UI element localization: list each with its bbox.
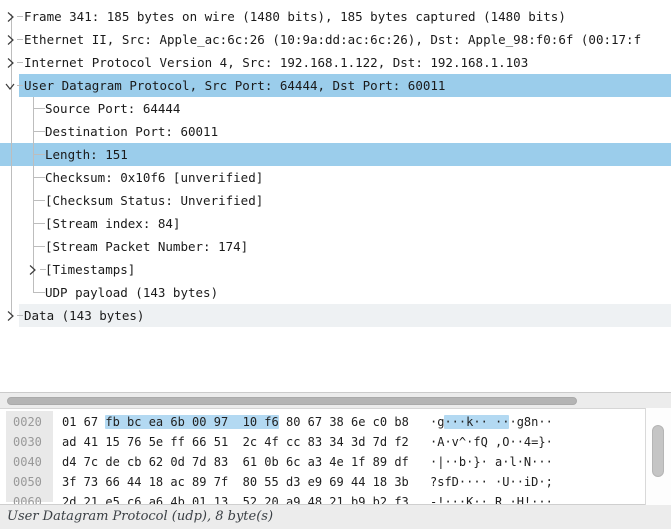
tree-branch-guide <box>33 246 45 247</box>
chevron-right-icon[interactable] <box>4 57 16 69</box>
ascii-bytes[interactable]: ·A·v^·fQ ,O··4=}· <box>430 432 553 452</box>
hex-bytes[interactable]: d4 7c de cb 62 0d 7d 83 61 0b 6c a3 4e 1… <box>62 452 409 472</box>
chevron-down-icon[interactable] <box>4 80 16 92</box>
bytes[interactable]: ·g <box>430 415 444 429</box>
status-field-info: User Datagram Protocol (udp), 8 byte(s) <box>7 509 273 524</box>
tree-row[interactable]: [Timestamps] <box>0 258 671 281</box>
chevron-right-icon[interactable] <box>4 34 16 46</box>
hex-row[interactable]: 0060 2d 21 e5 c6 a6 4b 01 13 52 20 a9 48 … <box>0 492 645 505</box>
tree-row[interactable]: UDP payload (143 bytes) <box>0 281 671 304</box>
ascii-bytes[interactable]: ?sfD···· ·U··iD·; <box>430 472 553 492</box>
hex-bytes[interactable]: 01 67 fb bc ea 6b 00 97 10 f6 80 67 38 6… <box>62 412 409 432</box>
tree-branch-guide <box>33 200 45 201</box>
tree-row[interactable]: [Checksum Status: Unverified] <box>0 189 671 212</box>
ascii-bytes[interactable]: ·|··b·}· a·l·N··· <box>430 452 553 472</box>
tree-branch-guide <box>33 177 45 178</box>
tree-row-label[interactable]: Checksum: 0x10f6 [unverified] <box>45 166 263 189</box>
bytes[interactable]: ·|··b·}· a·l·N··· <box>430 455 553 469</box>
tree-branch-guide <box>17 39 23 40</box>
tree-branch-guide <box>17 62 23 63</box>
vertical-scrollbar-thumb[interactable] <box>652 425 664 477</box>
tree-branch-guide <box>17 315 23 316</box>
chevron-right-icon[interactable] <box>4 11 16 23</box>
hex-bytes[interactable]: 3f 73 66 44 18 ac 89 7f 80 55 d3 e9 69 4… <box>62 472 409 492</box>
tree-row[interactable]: Data (143 bytes) <box>0 304 671 327</box>
tree-branch-guide <box>17 16 23 17</box>
tree-row[interactable]: [Stream Packet Number: 174] <box>0 235 671 258</box>
hex-offset: 0040 <box>13 452 42 472</box>
packet-bytes-pane: 0020 01 67 fb bc ea 6b 00 97 10 f6 80 67 … <box>0 408 671 505</box>
tree-row-label[interactable]: [Stream Packet Number: 174] <box>45 235 248 258</box>
bytes[interactable]: 01 67 <box>62 415 105 429</box>
status-bar: User Datagram Protocol (udp), 8 byte(s) <box>0 506 671 529</box>
tree-row[interactable]: Destination Port: 60011 <box>0 120 671 143</box>
tree-row[interactable]: Frame 341: 185 bytes on wire (1480 bits)… <box>0 5 671 28</box>
tree-branch-guide <box>33 154 45 155</box>
tree-row[interactable]: Checksum: 0x10f6 [unverified] <box>0 166 671 189</box>
tree-row[interactable]: User Datagram Protocol, Src Port: 64444,… <box>0 74 671 97</box>
chevron-right-icon[interactable] <box>4 310 16 322</box>
hex-offset: 0060 <box>13 492 42 505</box>
tree-row-label[interactable]: Data (143 bytes) <box>24 304 144 327</box>
bytes[interactable]: d4 7c de cb 62 0d 7d 83 61 0b 6c a3 4e 1… <box>62 455 409 469</box>
bytes[interactable]: ad 41 15 76 5e ff 66 51 2c 4f cc 83 34 3… <box>62 435 409 449</box>
bytes[interactable]: ?sfD···· ·U··iD·; <box>430 475 553 489</box>
ascii-bytes[interactable]: -!···K·· R ·H!··· <box>430 492 553 505</box>
tree-row[interactable]: Length: 151 <box>0 143 671 166</box>
tree-branch-guide <box>33 223 45 224</box>
bytes[interactable]: 2d 21 e5 c6 a6 4b 01 13 52 20 a9 48 21 b… <box>62 495 409 505</box>
tree-branch-guide <box>33 97 34 292</box>
tree-row-label[interactable]: Frame 341: 185 bytes on wire (1480 bits)… <box>24 5 566 28</box>
tree-branch-guide <box>33 131 45 132</box>
tree-row-label[interactable]: Ethernet II, Src: Apple_ac:6c:26 (10:9a:… <box>24 28 641 51</box>
hex-bytes[interactable]: ad 41 15 76 5e ff 66 51 2c 4f cc 83 34 3… <box>62 432 409 452</box>
hex-row[interactable]: 0050 3f 73 66 44 18 ac 89 7f 80 55 d3 e9 … <box>0 472 645 492</box>
tree-row-label[interactable]: Destination Port: 60011 <box>45 120 218 143</box>
tree-row[interactable]: Source Port: 64444 <box>0 97 671 120</box>
tree-row-label[interactable]: UDP payload (143 bytes) <box>45 281 218 304</box>
horizontal-scrollbar-thumb[interactable] <box>7 397 577 405</box>
tree-row[interactable]: Ethernet II, Src: Apple_ac:6c:26 (10:9a:… <box>0 28 671 51</box>
bytes[interactable]: 3f 73 66 44 18 ac 89 7f 80 55 d3 e9 69 4… <box>62 475 409 489</box>
vertical-scrollbar[interactable] <box>645 408 671 505</box>
tree-row-label[interactable]: [Stream index: 84] <box>45 212 180 235</box>
packet-details-pane: Frame 341: 185 bytes on wire (1480 bits)… <box>0 0 671 393</box>
selected-bytes[interactable]: fb bc ea 6b 00 97 10 f6 <box>105 415 278 429</box>
bytes[interactable]: ·A·v^·fQ ,O··4=}· <box>430 435 553 449</box>
tree-row-label[interactable]: Internet Protocol Version 4, Src: 192.16… <box>24 51 528 74</box>
hex-offset: 0050 <box>13 472 42 492</box>
tree-row-label[interactable]: Source Port: 64444 <box>45 97 180 120</box>
hex-offset: 0020 <box>13 412 42 432</box>
selected-bytes[interactable]: ···k·· ·· <box>444 415 509 429</box>
bytes[interactable]: ·g8n·· <box>509 415 552 429</box>
hex-row[interactable]: 0020 01 67 fb bc ea 6b 00 97 10 f6 80 67 … <box>0 412 645 432</box>
tree-row[interactable]: Internet Protocol Version 4, Src: 192.16… <box>0 51 671 74</box>
tree-row-label[interactable]: User Datagram Protocol, Src Port: 64444,… <box>24 74 445 97</box>
horizontal-scrollbar[interactable] <box>0 393 671 408</box>
tree-row-label[interactable]: [Checksum Status: Unverified] <box>45 189 263 212</box>
tree-row[interactable]: [Stream index: 84] <box>0 212 671 235</box>
tree-branch-guide <box>33 108 45 109</box>
hex-bytes[interactable]: 2d 21 e5 c6 a6 4b 01 13 52 20 a9 48 21 b… <box>62 492 409 505</box>
tree-row-label[interactable]: Length: 151 <box>45 143 128 166</box>
tree-row-label[interactable]: [Timestamps] <box>45 258 135 281</box>
hex-row[interactable]: 0030 ad 41 15 76 5e ff 66 51 2c 4f cc 83 … <box>0 432 645 452</box>
tree-branch-guide <box>33 292 45 293</box>
hex-offset: 0030 <box>13 432 42 452</box>
ascii-bytes[interactable]: ·g···k·· ···g8n·· <box>430 412 553 432</box>
bytes[interactable]: 80 67 38 6e c0 b8 <box>279 415 409 429</box>
hex-row[interactable]: 0040 d4 7c de cb 62 0d 7d 83 61 0b 6c a3 … <box>0 452 645 472</box>
bytes[interactable]: -!···K·· R ·H!··· <box>430 495 553 505</box>
tree-branch-guide <box>17 85 23 86</box>
chevron-right-icon[interactable] <box>26 264 38 276</box>
